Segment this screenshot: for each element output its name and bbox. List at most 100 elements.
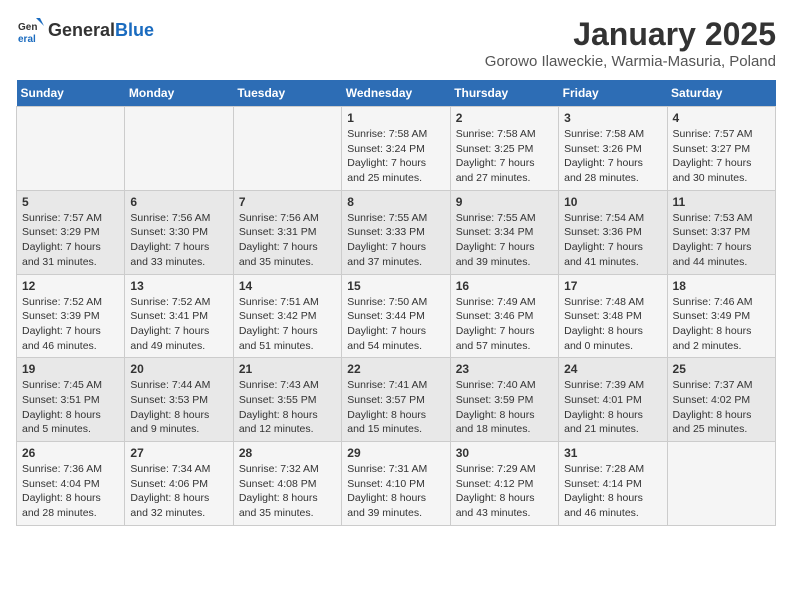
calendar-cell: 11 Sunrise: 7:53 AM Sunset: 3:37 PM Dayli… [667,190,775,274]
day-info: Sunrise: 7:49 AM Sunset: 3:46 PM Dayligh… [456,295,553,354]
day-info: Sunrise: 7:58 AM Sunset: 3:24 PM Dayligh… [347,127,444,186]
calendar-cell: 7Sunrise: 7:56 AM Sunset: 3:31 PM Daylig… [233,190,341,274]
day-number: 30 [456,446,553,460]
day-info: Sunrise: 7:55 AM Sunset: 3:34 PM Dayligh… [456,211,553,270]
day-info: Sunrise: 7:54 AM Sunset: 3:36 PM Dayligh… [564,211,661,270]
day-number: 16 [456,279,553,293]
day-info: Sunrise: 7:45 AM Sunset: 3:51 PM Dayligh… [22,378,119,437]
day-number: 3 [564,111,661,125]
day-header-saturday: Saturday [667,80,775,107]
day-info: Sunrise: 7:55 AM Sunset: 3:33 PM Dayligh… [347,211,444,270]
calendar-cell: 10 Sunrise: 7:54 AM Sunset: 3:36 PM Dayli… [559,190,667,274]
day-info: Sunrise: 7:44 AM Sunset: 3:53 PM Dayligh… [130,378,227,437]
calendar-cell: 1Sunrise: 7:58 AM Sunset: 3:24 PM Daylig… [342,107,450,191]
day-number: 26 [22,446,119,460]
day-number: 11 [673,195,770,209]
day-number: 17 [564,279,661,293]
day-number: 14 [239,279,336,293]
calendar-cell: 16 Sunrise: 7:49 AM Sunset: 3:46 PM Dayli… [450,274,558,358]
day-number: 21 [239,362,336,376]
calendar-cell: 5 Sunrise: 7:57 AM Sunset: 3:29 PM Daylig… [17,190,125,274]
day-info: Sunrise: 7:28 AM Sunset: 4:14 PM Dayligh… [564,462,661,521]
logo-icon: Gen eral [16,16,44,44]
svg-text:eral: eral [18,34,36,44]
calendar-cell: 20 Sunrise: 7:44 AM Sunset: 3:53 PM Dayli… [125,358,233,442]
calendar-cell: 24 Sunrise: 7:39 AM Sunset: 4:01 PM Dayli… [559,358,667,442]
week-row-3: 12 Sunrise: 7:52 AM Sunset: 3:39 PM Dayli… [17,274,776,358]
calendar-cell: 25 Sunrise: 7:37 AM Sunset: 4:02 PM Dayli… [667,358,775,442]
day-number: 24 [564,362,661,376]
day-info: Sunrise: 7:56 AM Sunset: 3:31 PM Dayligh… [239,211,336,270]
day-info: Sunrise: 7:58 AM Sunset: 3:25 PM Dayligh… [456,127,553,186]
week-row-5: 26 Sunrise: 7:36 AM Sunset: 4:04 PM Dayli… [17,442,776,526]
calendar-cell: 2 Sunrise: 7:58 AM Sunset: 3:25 PM Daylig… [450,107,558,191]
calendar-cell: 9 Sunrise: 7:55 AM Sunset: 3:34 PM Daylig… [450,190,558,274]
day-info: Sunrise: 7:48 AM Sunset: 3:48 PM Dayligh… [564,295,661,354]
calendar-cell: 15Sunrise: 7:50 AM Sunset: 3:44 PM Dayli… [342,274,450,358]
calendar-cell [125,107,233,191]
header-row: SundayMondayTuesdayWednesdayThursdayFrid… [17,80,776,107]
day-number: 4 [673,111,770,125]
day-info: Sunrise: 7:34 AM Sunset: 4:06 PM Dayligh… [130,462,227,521]
calendar-cell [233,107,341,191]
day-info: Sunrise: 7:40 AM Sunset: 3:59 PM Dayligh… [456,378,553,437]
day-info: Sunrise: 7:53 AM Sunset: 3:37 PM Dayligh… [673,211,770,270]
calendar-table: SundayMondayTuesdayWednesdayThursdayFrid… [16,80,776,526]
day-info: Sunrise: 7:37 AM Sunset: 4:02 PM Dayligh… [673,378,770,437]
day-info: Sunrise: 7:32 AM Sunset: 4:08 PM Dayligh… [239,462,336,521]
logo: Gen eral GeneralBlue [16,16,154,44]
day-info: Sunrise: 7:52 AM Sunset: 3:39 PM Dayligh… [22,295,119,354]
day-number: 19 [22,362,119,376]
calendar-cell: 4Sunrise: 7:57 AM Sunset: 3:27 PM Daylig… [667,107,775,191]
day-number: 5 [22,195,119,209]
week-row-2: 5 Sunrise: 7:57 AM Sunset: 3:29 PM Daylig… [17,190,776,274]
day-number: 18 [673,279,770,293]
logo-blue: Blue [115,20,154,40]
day-number: 29 [347,446,444,460]
logo-general: General [48,20,115,40]
day-number: 25 [673,362,770,376]
week-row-4: 19 Sunrise: 7:45 AM Sunset: 3:51 PM Dayli… [17,358,776,442]
calendar-cell: 17 Sunrise: 7:48 AM Sunset: 3:48 PM Dayli… [559,274,667,358]
day-number: 13 [130,279,227,293]
day-header-wednesday: Wednesday [342,80,450,107]
calendar-cell: 19 Sunrise: 7:45 AM Sunset: 3:51 PM Dayli… [17,358,125,442]
logo-text: GeneralBlue [48,20,154,41]
day-info: Sunrise: 7:51 AM Sunset: 3:42 PM Dayligh… [239,295,336,354]
calendar-cell: 18 Sunrise: 7:46 AM Sunset: 3:49 PM Dayli… [667,274,775,358]
day-info: Sunrise: 7:41 AM Sunset: 3:57 PM Dayligh… [347,378,444,437]
day-number: 27 [130,446,227,460]
day-number: 8 [347,195,444,209]
day-info: Sunrise: 7:31 AM Sunset: 4:10 PM Dayligh… [347,462,444,521]
calendar-cell: 3 Sunrise: 7:58 AM Sunset: 3:26 PM Daylig… [559,107,667,191]
day-info: Sunrise: 7:50 AM Sunset: 3:44 PM Dayligh… [347,295,444,354]
day-header-tuesday: Tuesday [233,80,341,107]
calendar-cell [17,107,125,191]
day-number: 9 [456,195,553,209]
subtitle: Gorowo Ilaweckie, Warmia-Masuria, Poland [485,53,776,70]
day-info: Sunrise: 7:52 AM Sunset: 3:41 PM Dayligh… [130,295,227,354]
svg-text:Gen: Gen [18,22,37,33]
day-number: 2 [456,111,553,125]
day-info: Sunrise: 7:39 AM Sunset: 4:01 PM Dayligh… [564,378,661,437]
day-number: 20 [130,362,227,376]
day-info: Sunrise: 7:58 AM Sunset: 3:26 PM Dayligh… [564,127,661,186]
day-info: Sunrise: 7:56 AM Sunset: 3:30 PM Dayligh… [130,211,227,270]
day-header-friday: Friday [559,80,667,107]
calendar-cell: 23 Sunrise: 7:40 AM Sunset: 3:59 PM Dayli… [450,358,558,442]
calendar-cell: 22Sunrise: 7:41 AM Sunset: 3:57 PM Dayli… [342,358,450,442]
calendar-cell: 26 Sunrise: 7:36 AM Sunset: 4:04 PM Dayli… [17,442,125,526]
day-info: Sunrise: 7:46 AM Sunset: 3:49 PM Dayligh… [673,295,770,354]
day-info: Sunrise: 7:36 AM Sunset: 4:04 PM Dayligh… [22,462,119,521]
day-info: Sunrise: 7:57 AM Sunset: 3:29 PM Dayligh… [22,211,119,270]
header: Gen eral GeneralBlue January 2025 Gorowo… [16,16,776,70]
day-number: 23 [456,362,553,376]
day-header-thursday: Thursday [450,80,558,107]
day-number: 12 [22,279,119,293]
calendar-cell: 27 Sunrise: 7:34 AM Sunset: 4:06 PM Dayli… [125,442,233,526]
calendar-cell: 6Sunrise: 7:56 AM Sunset: 3:30 PM Daylig… [125,190,233,274]
day-number: 10 [564,195,661,209]
calendar-cell: 14 Sunrise: 7:51 AM Sunset: 3:42 PM Dayli… [233,274,341,358]
calendar-cell: 31Sunrise: 7:28 AM Sunset: 4:14 PM Dayli… [559,442,667,526]
calendar-cell: 12 Sunrise: 7:52 AM Sunset: 3:39 PM Dayli… [17,274,125,358]
